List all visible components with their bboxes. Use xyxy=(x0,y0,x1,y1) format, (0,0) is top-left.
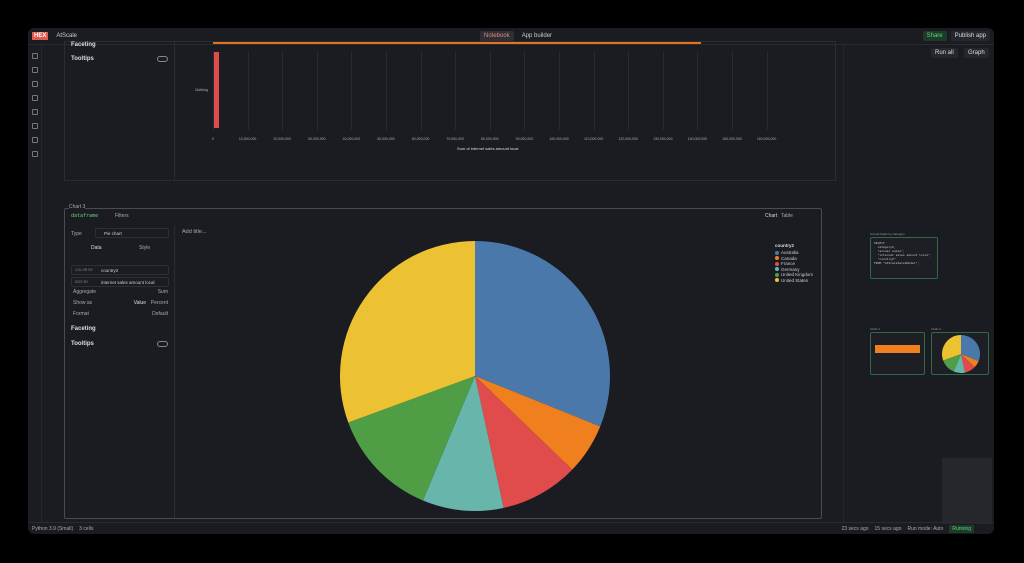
legend-title: country2 xyxy=(775,243,795,248)
x-tick: 20,000,000 xyxy=(273,137,291,141)
run-mode[interactable]: Run mode: Auto xyxy=(908,526,944,532)
legend-item[interactable]: United Kingdom xyxy=(775,272,813,278)
x-tick: 110,000,000 xyxy=(583,137,604,141)
sql-node-title: Annual Sales by Category xyxy=(870,232,905,236)
run-all-button[interactable]: Run all xyxy=(931,48,958,58)
x-tick: 130,000,000 xyxy=(653,137,673,141)
notebook: Faceting Tooltips Clothing 0 10,000,000 20… xyxy=(42,41,842,522)
project-name[interactable]: AtScale xyxy=(56,33,77,39)
data-icon[interactable] xyxy=(31,95,38,101)
gridline xyxy=(489,52,491,130)
outline-icon[interactable] xyxy=(31,53,38,59)
legend-label: France xyxy=(781,261,796,267)
gridline xyxy=(455,52,457,130)
legend-label: Canada xyxy=(781,255,797,261)
x-tick: 140,000,000 xyxy=(687,137,708,141)
tooltips-section[interactable]: Tooltips xyxy=(71,56,94,62)
x-tick: 80,000,000 xyxy=(481,137,499,141)
gridline xyxy=(247,52,249,130)
logo: HEX xyxy=(32,32,49,40)
x-tick: 50,000,000 xyxy=(377,137,395,141)
x-axis-label: Sum of internet sales amount local xyxy=(457,146,519,151)
bar-chart: Clothing 0 10,000,000 20,000,000 30,000,000… xyxy=(175,42,835,180)
gridline xyxy=(213,52,214,130)
secrets-icon[interactable] xyxy=(31,123,38,129)
gridline xyxy=(593,52,595,130)
gridline xyxy=(282,52,284,130)
graph-button[interactable]: Graph xyxy=(964,48,989,58)
gridline xyxy=(316,52,318,130)
x-tick: 30,000,000 xyxy=(308,137,326,141)
chart2-node-title: Chart 2 xyxy=(870,327,880,331)
tab-notebook[interactable]: Notebook xyxy=(480,31,514,41)
publish-app-button[interactable]: Publish app xyxy=(950,31,990,41)
legend-label: United States xyxy=(781,277,809,283)
legend-swatch xyxy=(775,256,779,261)
bar-orange xyxy=(213,42,701,44)
gridline xyxy=(524,52,526,130)
pie-chart xyxy=(339,240,610,511)
legend-label: United Kingdom xyxy=(781,272,814,278)
gridline xyxy=(732,52,733,130)
cell-count: 3 cells xyxy=(79,525,94,532)
legend-swatch xyxy=(775,278,779,283)
search-icon[interactable] xyxy=(31,67,38,73)
legend-label: Australia xyxy=(781,250,799,256)
chart-cell-3: Chart 3 dataframe Filters Chart Table Ty… xyxy=(64,204,822,519)
x-tick: 90,000,000 xyxy=(515,137,534,141)
app-window: HEX AtScale Notebook App builder Share P… xyxy=(28,28,994,534)
y-tick-clothing: Clothing xyxy=(195,88,208,92)
chart3-node-title: Chart 3 xyxy=(931,327,941,331)
kernel-info[interactable]: Python 3.9 (Small) xyxy=(32,526,73,532)
gridline xyxy=(386,52,387,130)
sql-node[interactable]: SELECT category2, "annual sales", "inter… xyxy=(870,237,938,279)
last-edited: 23 secs ago xyxy=(841,525,869,532)
legend: country2 Australia Canada France Germany Uni… xyxy=(775,243,813,283)
tab-app-builder[interactable]: App builder xyxy=(518,31,556,41)
left-sidebar xyxy=(28,45,42,522)
gridline xyxy=(420,52,422,130)
legend-swatch xyxy=(775,272,779,277)
gridline xyxy=(559,52,560,130)
faceting-section[interactable]: Faceting xyxy=(71,42,96,48)
minimap[interactable] xyxy=(942,458,992,524)
running-status[interactable]: Running xyxy=(949,524,974,533)
chart2-node[interactable] xyxy=(870,332,925,375)
variables-icon[interactable] xyxy=(31,81,38,87)
graph-panel: Run all Graph SELECT category2, "annual … xyxy=(843,45,994,524)
legend-item[interactable]: United States xyxy=(775,278,813,284)
x-tick: 70,000,000 xyxy=(446,137,464,141)
chart-cell-2: Faceting Tooltips Clothing 0 10,000,000 20… xyxy=(64,41,836,181)
last-run: 15 secs ago xyxy=(874,525,902,532)
legend-swatch xyxy=(775,267,779,272)
gridline xyxy=(628,52,630,130)
legend-swatch xyxy=(775,250,779,255)
x-tick: 160,000,000 xyxy=(756,137,777,141)
x-tick: 40,000,000 xyxy=(342,137,361,141)
status-bar: Python 3.9 (Small) 3 cells 23 secs ago 1… xyxy=(28,522,994,534)
x-tick: 60,000,000 xyxy=(411,137,430,141)
x-tick: 150,000,000 xyxy=(722,137,742,141)
x-tick: 100,000,000 xyxy=(549,137,569,141)
x-tick: 10,000,000 xyxy=(238,137,257,141)
sql-code: SELECT category2, "annual sales", "inter… xyxy=(874,241,932,265)
x-tick: 0 xyxy=(212,137,214,141)
x-tick: 120,000,000 xyxy=(618,137,638,141)
gridline xyxy=(766,52,768,130)
chart3-node[interactable] xyxy=(931,332,989,375)
share-button[interactable]: Share xyxy=(922,31,947,41)
legend-label: Germany xyxy=(781,266,800,272)
history-icon[interactable] xyxy=(31,151,38,157)
files-icon[interactable] xyxy=(31,109,38,115)
gridline xyxy=(351,52,353,130)
gridline xyxy=(662,52,664,130)
legend-swatch xyxy=(775,261,779,266)
gridline xyxy=(697,52,699,130)
components-icon[interactable] xyxy=(31,137,38,143)
tooltips-toggle[interactable] xyxy=(157,56,168,62)
